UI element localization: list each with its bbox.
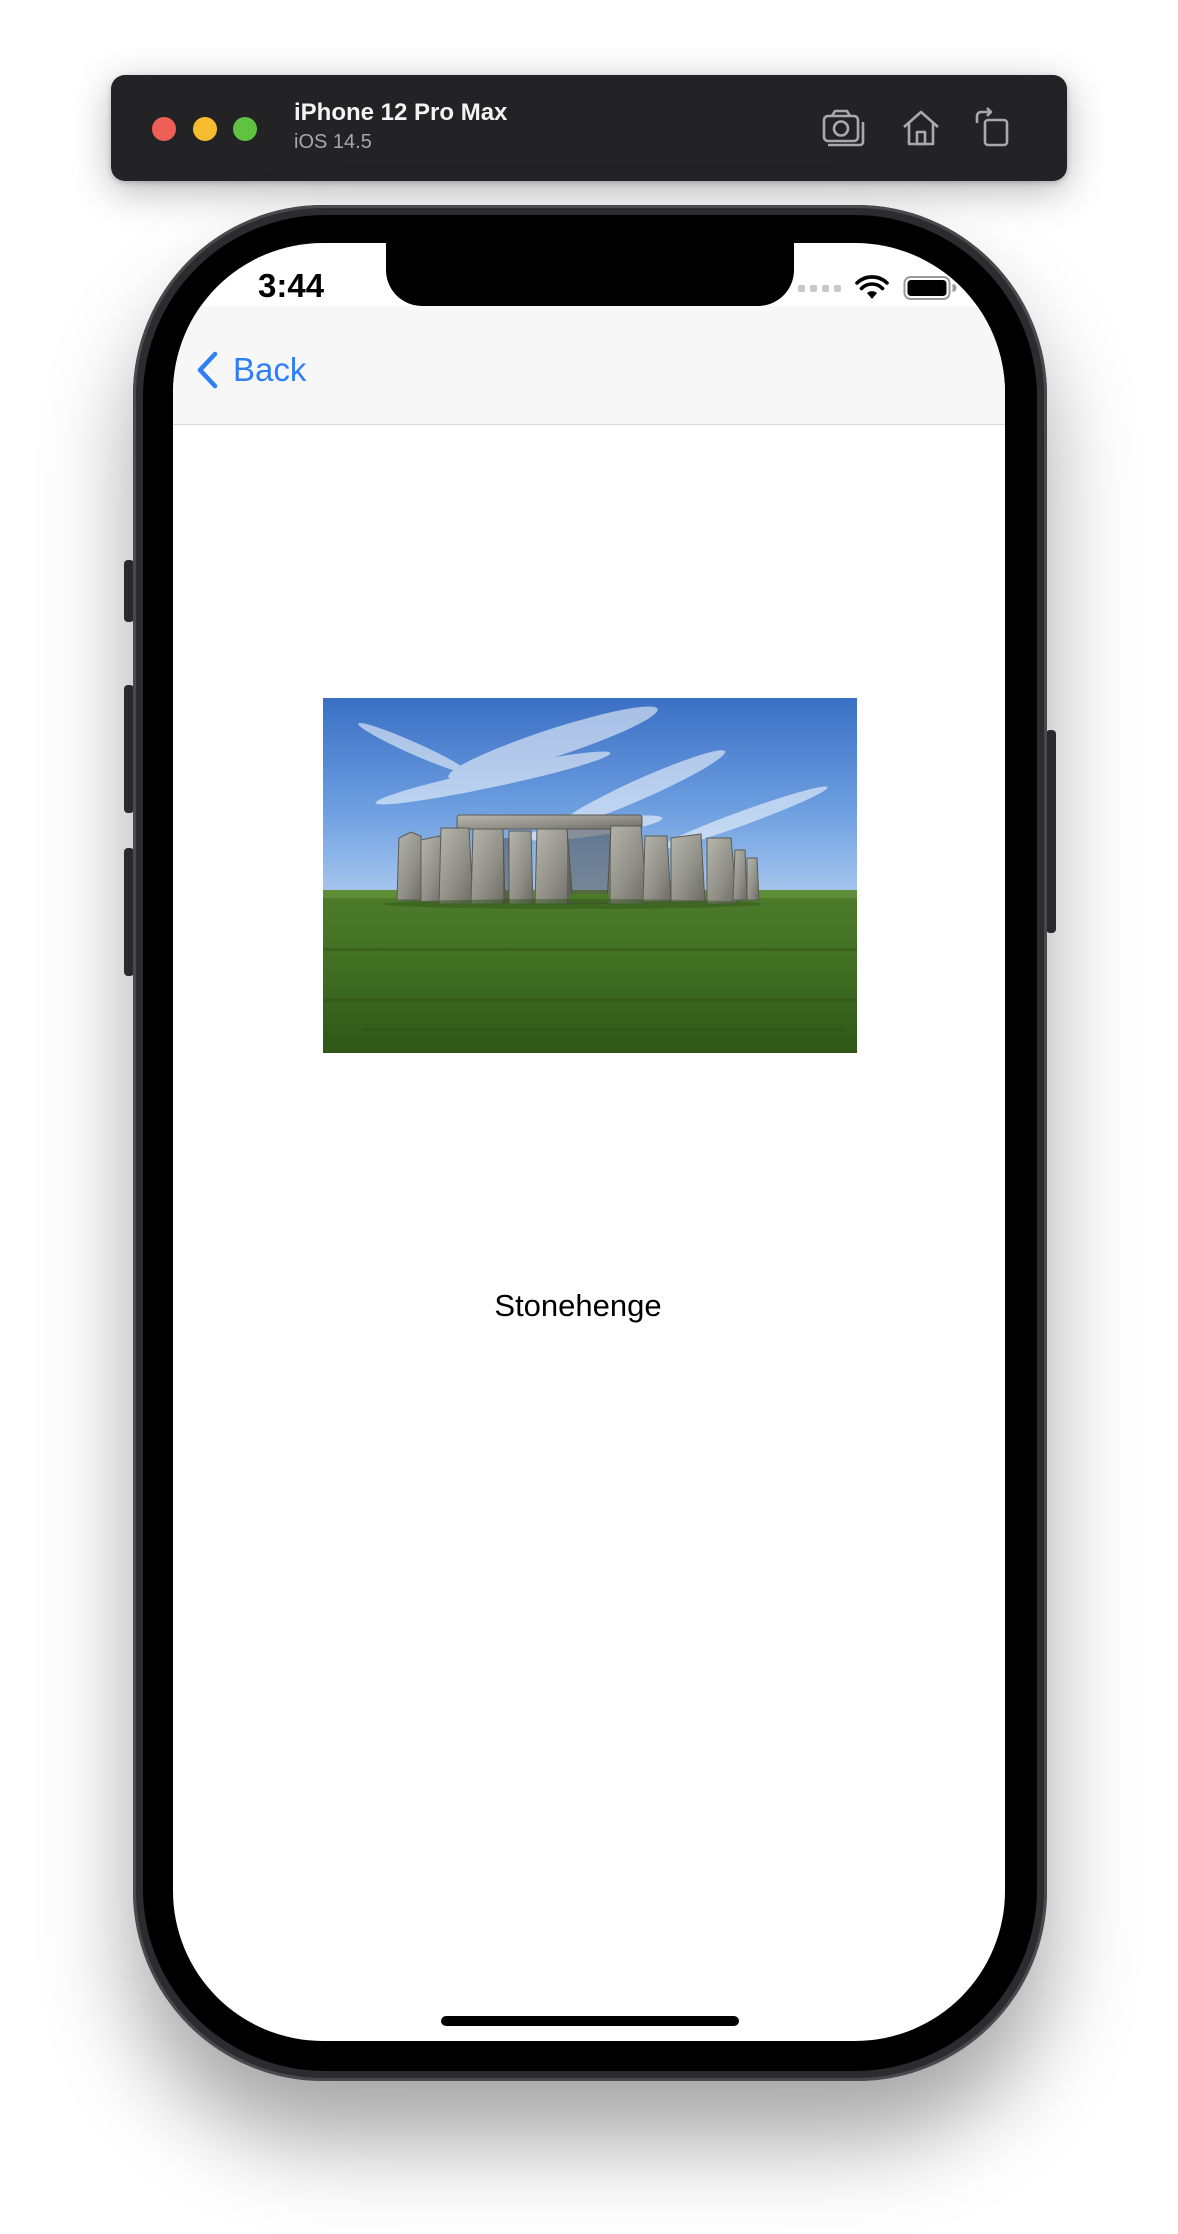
back-button[interactable]: Back [195, 350, 306, 390]
stonehenge-photo [323, 698, 857, 1053]
home-indicator[interactable] [441, 2016, 739, 2026]
rotate-icon[interactable] [971, 105, 1017, 151]
landmark-caption: Stonehenge [494, 1288, 662, 1323]
close-window-button[interactable] [152, 117, 176, 141]
zoom-window-button[interactable] [233, 117, 257, 141]
device-os-version: iOS 14.5 [294, 131, 372, 153]
chevron-left-icon [197, 351, 218, 389]
device-name: iPhone 12 Pro Max [294, 99, 508, 126]
notch [386, 243, 794, 306]
cellular-signal-icon [798, 284, 841, 292]
minimize-window-button[interactable] [193, 117, 217, 141]
device-screen: 3:44 Back Stonehenge [173, 243, 1005, 2041]
simulator-title-bar: iPhone 12 Pro Max iOS 14.5 [111, 75, 1067, 181]
back-button-label: Back [233, 351, 307, 388]
wifi-icon [855, 275, 889, 299]
status-icons [798, 273, 957, 303]
home-icon[interactable] [898, 105, 944, 151]
battery-icon [903, 276, 957, 300]
status-time: 3:44 [258, 267, 325, 304]
side-power-button [1046, 730, 1056, 933]
navigation-bar: Back [173, 306, 1005, 425]
screenshot-icon[interactable] [820, 105, 866, 151]
